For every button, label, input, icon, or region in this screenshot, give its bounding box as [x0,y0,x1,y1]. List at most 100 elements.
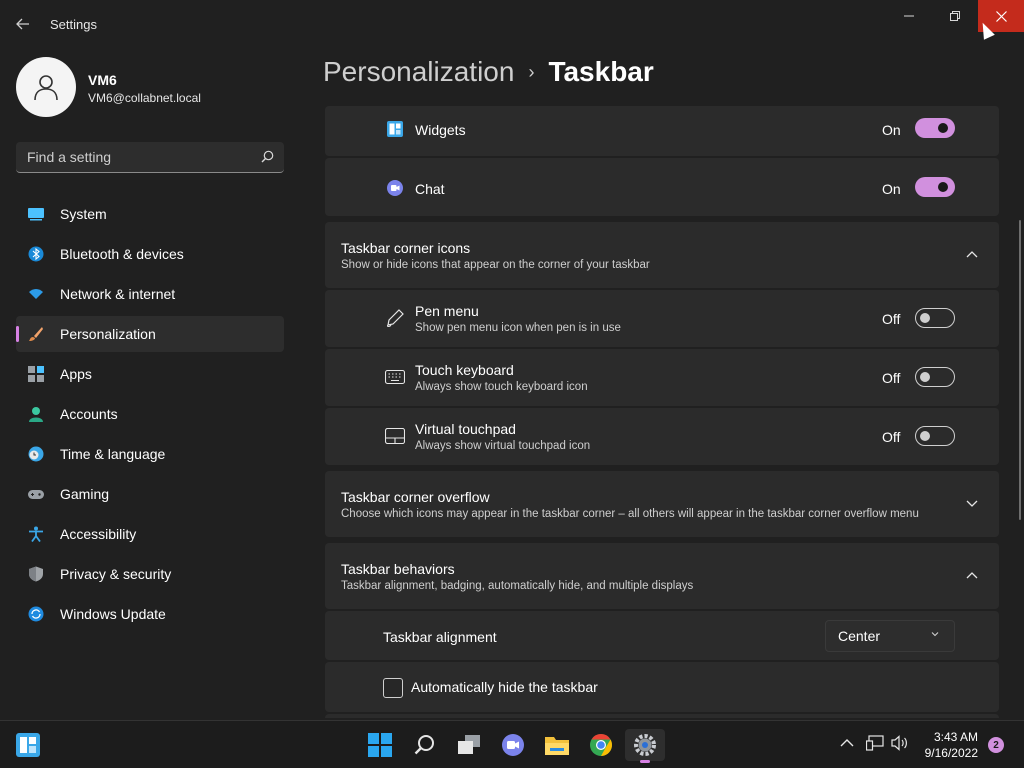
chevron-right-icon: › [528,61,535,82]
sidebar-item-label: Windows Update [60,606,166,622]
next-row-partial [325,714,999,718]
corner-overflow-title: Taskbar corner overflow [341,489,490,505]
touchpad-icon [385,428,405,444]
accessibility-icon [29,526,43,542]
alignment-dropdown[interactable]: Center [825,620,955,652]
back-arrow-icon [16,18,29,30]
touch-keyboard-desc: Always show touch keyboard icon [415,381,588,393]
virtual-touchpad-title: Virtual touchpad [415,421,516,437]
sidebar-item-system[interactable]: System [16,196,284,232]
sidebar-item-windows-update[interactable]: Windows Update [16,596,284,632]
pen-menu-toggle[interactable] [915,308,955,328]
start-button[interactable] [360,729,400,761]
chevron-up-icon[interactable] [966,250,978,258]
keyboard-icon [385,369,405,385]
sidebar-item-label: Personalization [60,326,156,342]
user-name: VM6 [88,72,117,88]
behaviors-desc: Taskbar alignment, badging, automaticall… [341,580,694,592]
volume-icon[interactable] [891,735,909,751]
sidebar-item-time-language[interactable]: Time & language [16,436,284,472]
widgets-state: On [882,122,901,138]
gamepad-icon [28,490,44,499]
widgets-button[interactable] [8,729,48,761]
pen-menu-desc: Show pen menu icon when pen is in use [415,322,621,334]
widgets-label: Widgets [415,122,466,138]
avatar[interactable] [16,57,76,117]
widgets-toggle[interactable] [915,118,955,138]
sidebar-item-bluetooth[interactable]: Bluetooth & devices [16,236,284,272]
chat-button[interactable] [493,729,533,761]
teams-chat-icon [387,180,403,196]
behaviors-title: Taskbar behaviors [341,561,455,577]
notification-badge[interactable]: 2 [988,737,1004,753]
touch-keyboard-row: Touch keyboard Always show touch keyboar… [325,349,999,406]
chat-state: On [882,181,901,197]
sidebar-item-label: Apps [60,366,92,382]
person-icon [29,407,43,422]
virtual-touchpad-desc: Always show virtual touchpad icon [415,440,591,452]
taskbar-search-button[interactable] [405,729,445,761]
chat-row: Chat On [325,158,999,216]
clock-date: 9/16/2022 [924,746,978,760]
pen-menu-title: Pen menu [415,303,479,319]
corner-icons-header[interactable]: Taskbar corner icons Show or hide icons … [325,222,999,288]
corner-icons-title: Taskbar corner icons [341,240,471,256]
back-button[interactable] [8,10,38,38]
globe-clock-icon [28,446,44,462]
minimize-button[interactable] [886,0,932,32]
chevron-down-icon[interactable] [966,500,978,508]
sidebar-item-accounts[interactable]: Accounts [16,396,284,432]
close-icon [995,10,1007,22]
wifi-icon [29,289,43,299]
alignment-value: Center [838,628,881,644]
person-icon [34,75,58,101]
auto-hide-checkbox[interactable] [383,678,403,698]
breadcrumb-parent[interactable]: Personalization [323,56,514,88]
file-explorer-button[interactable] [537,729,577,761]
system-clock[interactable]: 3:43 AM 9/16/2022 [916,729,978,761]
sidebar-item-privacy-security[interactable]: Privacy & security [16,556,284,592]
widgets-icon [387,121,403,137]
settings-taskbar-button[interactable] [625,729,665,763]
sidebar-item-personalization[interactable]: Personalization [16,316,284,352]
sidebar-item-accessibility[interactable]: Accessibility [16,516,284,552]
sidebar-item-gaming[interactable]: Gaming [16,476,284,512]
task-view-button[interactable] [449,729,489,761]
minimize-icon [904,15,914,17]
network-icon[interactable] [866,735,884,751]
search-icon [414,735,434,755]
search-icon[interactable] [261,150,274,163]
content-scrollbar[interactable] [1019,220,1021,520]
sidebar-item-network[interactable]: Network & internet [16,276,284,312]
settings-content: Widgets On Chat On Taskbar corner icons … [325,106,999,718]
chevron-up-icon[interactable] [966,571,978,579]
sidebar-item-label: Accessibility [60,526,137,542]
virtual-touchpad-toggle[interactable] [915,426,955,446]
user-email: VM6@collabnet.local [88,91,201,105]
title-bar: Settings [0,0,1024,48]
search-input[interactable] [16,142,256,172]
chevron-down-icon [931,632,939,637]
bluetooth-icon [28,246,44,262]
touch-keyboard-title: Touch keyboard [415,362,514,378]
clock-time: 3:43 AM [933,730,978,744]
chevron-up-icon[interactable] [840,738,854,748]
shield-icon [29,566,43,582]
sidebar-item-apps[interactable]: Apps [16,356,284,392]
touch-keyboard-toggle[interactable] [915,367,955,387]
corner-overflow-header[interactable]: Taskbar corner overflow Choose which ico… [325,471,999,537]
restore-icon [950,11,960,21]
alignment-row: Taskbar alignment Center [325,611,999,660]
sidebar-item-label: Gaming [60,486,110,502]
apps-icon [28,366,44,382]
sidebar-item-label: System [60,206,107,222]
sidebar-item-label: Privacy & security [60,566,172,582]
chrome-icon [590,734,612,756]
restore-button[interactable] [932,0,978,32]
chat-toggle[interactable] [915,177,955,197]
chat-label: Chat [415,181,445,197]
behaviors-header[interactable]: Taskbar behaviors Taskbar alignment, bad… [325,543,999,609]
sidebar-item-label: Network & internet [60,286,176,302]
search-box[interactable] [16,142,284,173]
chrome-button[interactable] [581,729,621,761]
